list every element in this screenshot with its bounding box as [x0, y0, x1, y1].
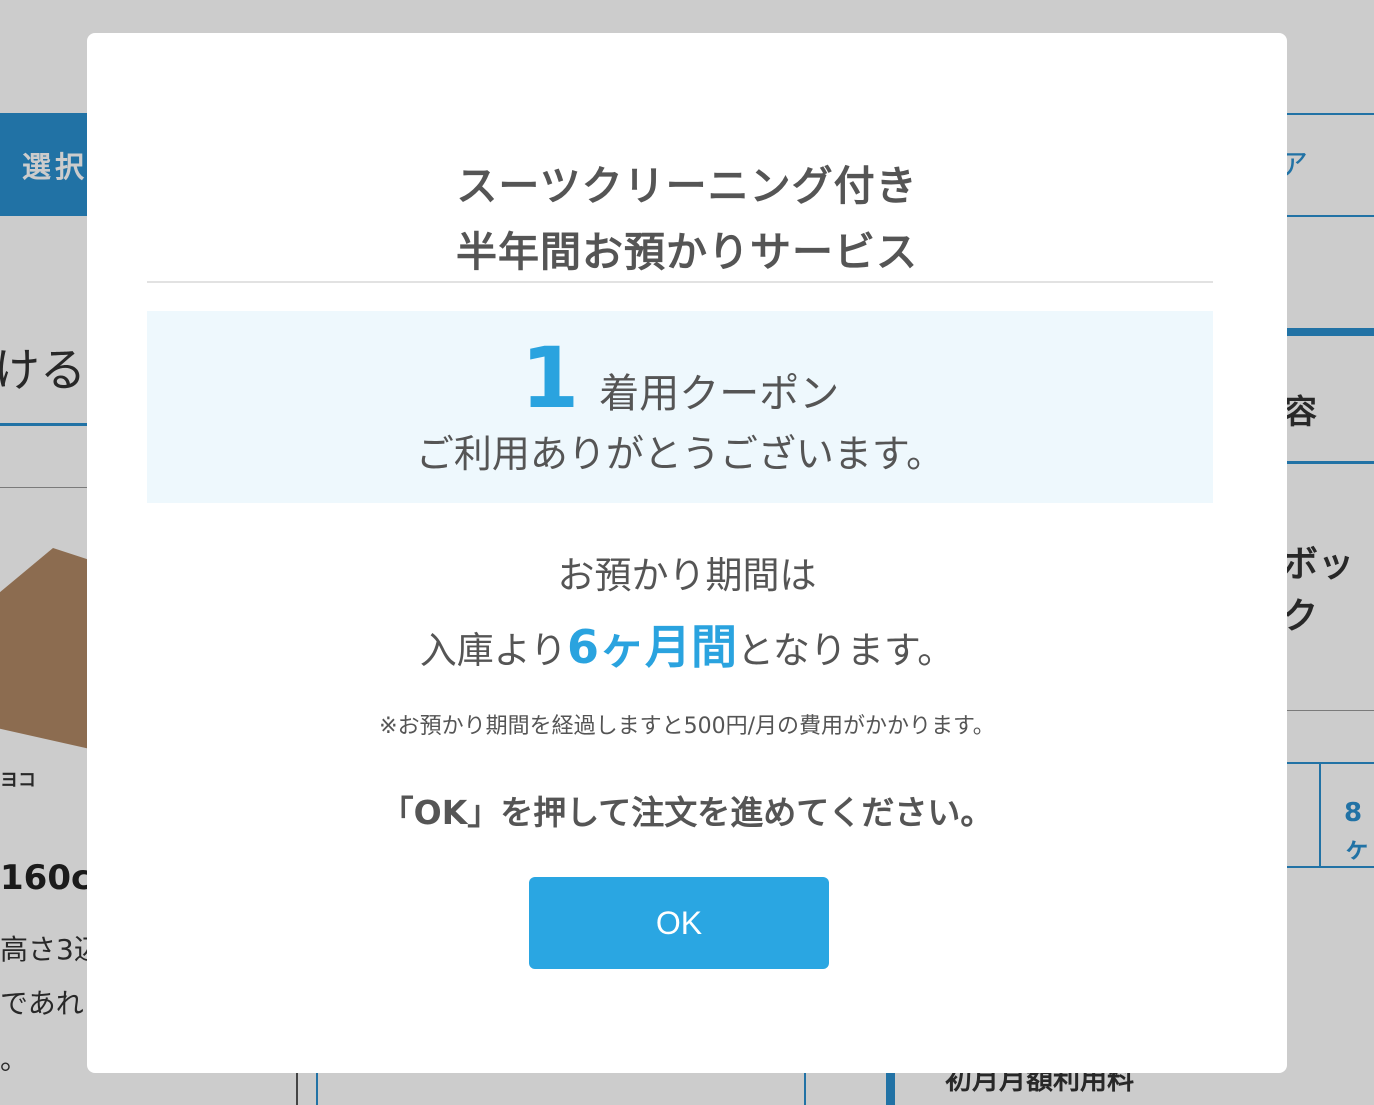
period-highlight: 6ヶ月間 [567, 620, 738, 674]
modal-title: スーツクリーニング付き 半年間お預かりサービス [87, 153, 1287, 285]
ok-instruction: 「OK」を押して注文を進めてください。 [380, 793, 994, 832]
coupon-heading: 1 着用クーポン [147, 329, 1213, 427]
coupon-panel: 1 着用クーポン ご利用ありがとうございます。 [147, 311, 1213, 503]
coupon-label: 着用クーポン [599, 371, 840, 417]
coupon-count: 1 [520, 329, 580, 427]
ok-button[interactable]: OK [529, 877, 829, 969]
coupon-modal: スーツクリーニング付き 半年間お預かりサービス 1 着用クーポン ご利用ありがとう… [87, 33, 1287, 1073]
coupon-thanks: ご利用ありがとうございます。 [415, 432, 945, 476]
modal-divider [147, 281, 1213, 283]
period-statement: 入庫より6ヶ月間となります。 [87, 611, 1287, 677]
period-intro: お預かり期間は [557, 554, 817, 597]
period-suffix: となります。 [737, 629, 955, 672]
modal-title-line: 半年間お預かりサービス [456, 228, 918, 276]
period-prefix: 入庫より [419, 629, 568, 672]
period-note: ※お預かり期間を経過しますと500円/月の費用がかかります。 [379, 714, 995, 739]
modal-title-line: スーツクリーニング付き [456, 162, 918, 210]
